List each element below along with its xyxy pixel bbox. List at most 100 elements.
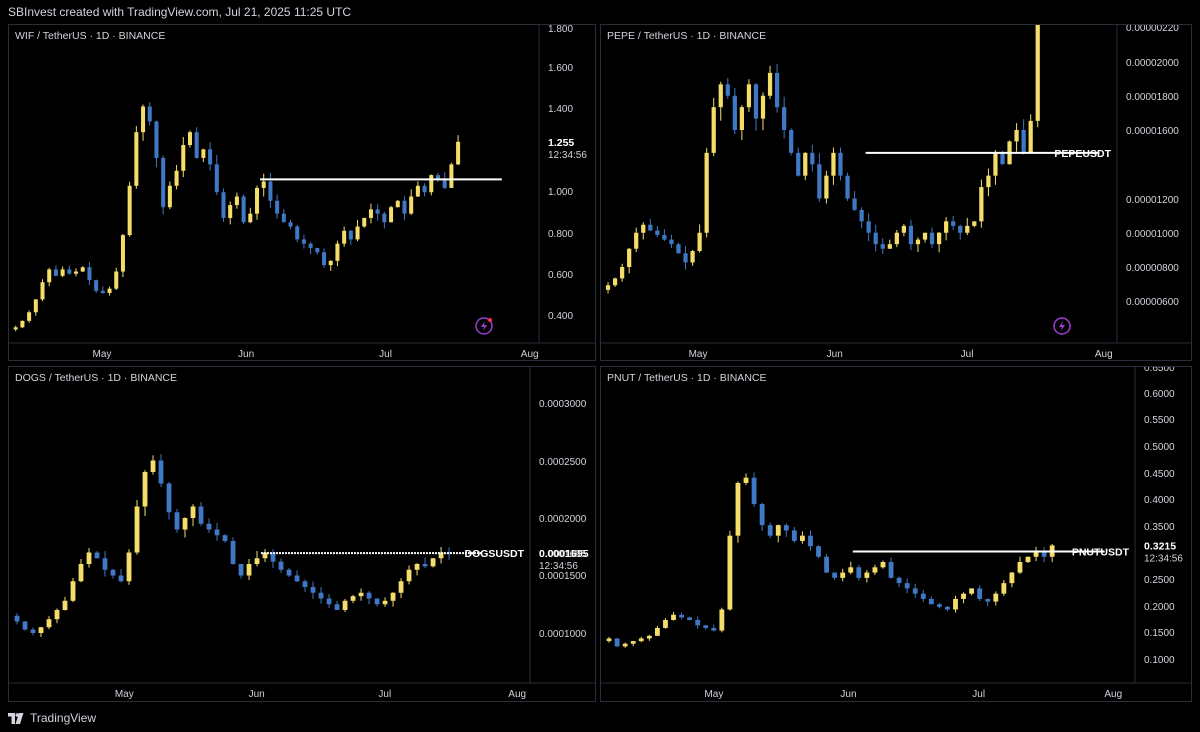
candle-body [732,95,737,130]
candle-body [634,232,639,249]
candle-body [606,638,612,642]
last-price-label: 1.255 [548,137,574,149]
candle-body [800,535,805,541]
candle-body [1014,130,1019,142]
footer-brand[interactable]: TradingView [30,711,96,725]
candle-body [831,152,836,176]
tradingview-logo-icon[interactable] [8,712,25,724]
candle-body [824,556,830,573]
x-tick-label: Jul [972,689,985,700]
candle-body [395,200,400,208]
candle-body [1025,556,1031,563]
chart-pane-pepe[interactable]: 0.00000220 0.00002000 0.00001800 0.00001600… [600,24,1192,361]
candle-body [362,217,367,227]
symbol-label: DOGSUSDT [464,548,524,560]
candle-body [87,267,92,281]
y-tick-label: 0.0003000 [539,399,587,410]
candle-body [147,106,152,122]
candle-body [442,179,447,188]
candle-body [697,232,702,252]
y-tick-label: 0.00000800 [1126,263,1179,274]
candle-body [134,506,140,553]
symbol-label: PNUTUSDT [1072,546,1130,558]
candle-body [94,280,99,291]
candle-body [286,569,292,576]
chart-pane-dogs[interactable]: 0.0003000 0.0002500 0.0002000 0.0001695 0.00… [8,366,596,702]
candle-body [704,152,709,233]
chart-pane-pnut[interactable]: 0.6500 0.6000 0.5500 0.5000 0.4500 0.4000 0.35… [600,366,1192,702]
candle-body [767,525,773,536]
candle-body [402,200,407,214]
candle-body [374,598,380,605]
y-tick-label: 0.00001600 [1126,126,1179,137]
candle-body [350,596,356,601]
candle-body [622,643,628,647]
candle-body [174,170,179,186]
candle-body [985,598,991,602]
candle-body [166,483,172,513]
candle-body [201,149,206,158]
candle-body [845,175,850,199]
candle-body [118,575,124,582]
candle-body [687,617,693,621]
candle-body [852,198,857,210]
candle-body [920,593,926,599]
candle-body [1009,572,1015,584]
candle-body [791,530,797,541]
candle-body [641,224,646,233]
candle-body [859,209,864,222]
candle-body [864,572,870,578]
candle-body [142,472,148,507]
candle-body [727,535,733,610]
candle-body [824,175,829,199]
candle-body [880,562,886,568]
candle-body [735,482,741,536]
candle-body [126,552,132,582]
last-price-label: 0.0001695 [539,548,589,560]
candle-body [315,247,320,253]
candle-body [808,535,813,547]
candle-body [406,569,412,582]
candle-body [663,620,668,628]
candle-body [167,185,172,208]
candle-body [214,529,220,536]
candle-body [398,581,404,593]
candle-body [246,564,252,576]
y-tick-label: 0.800 [548,229,573,240]
candle-body [896,577,902,584]
candle-body [334,604,340,610]
candle-body [739,107,744,130]
y-tick-label: 0.00001000 [1126,229,1179,240]
lightning-badge-icon[interactable] [1053,317,1071,335]
candle-body [154,121,159,158]
candle-body [456,141,461,165]
candle-body [856,567,862,578]
candle-body [789,130,794,153]
candle-body [888,562,894,578]
candle-body [22,621,28,630]
candle-body [70,581,76,601]
candle-body [13,327,18,330]
candle-body [648,224,653,231]
chart-pane-wif[interactable]: 1.800 1.600 1.400 1.000 0.800 0.600 0.400 May Ju… [8,24,596,361]
candle-body [174,512,180,530]
candle-body [389,207,394,223]
candle-body [382,213,387,223]
candle-body [1035,25,1040,121]
candle-body [840,572,846,578]
candle-body [295,226,300,240]
candle-body [248,213,253,223]
x-tick-label: Jul [379,349,392,360]
x-tick-label: Jul [961,349,974,360]
y-tick-label: 1.000 [548,187,573,198]
y-tick-label: 0.600 [548,270,573,281]
candle-body [743,477,749,483]
candle-body [654,627,660,636]
x-tick-label: May [689,349,708,360]
x-tick-label: May [704,689,723,700]
candle-body [936,604,942,607]
candle-body [222,535,228,541]
candle-body [1000,152,1005,165]
candle-body [414,564,420,570]
lightning-badge-icon[interactable] [475,317,493,335]
